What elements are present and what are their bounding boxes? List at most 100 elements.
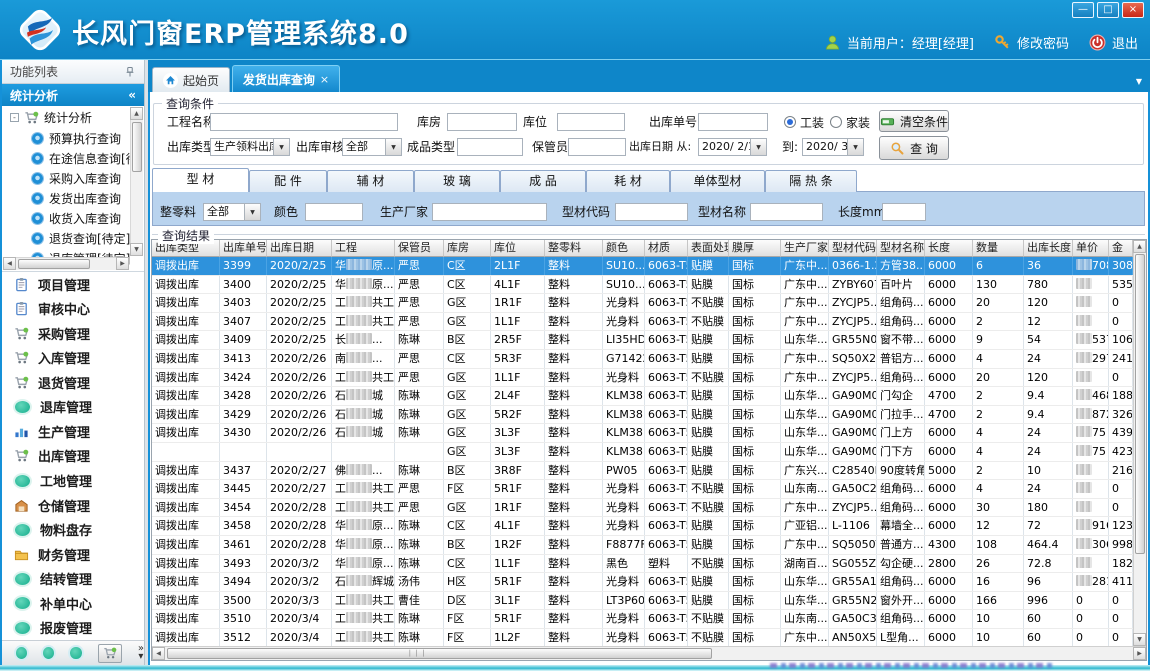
column-header[interactable]: 单价 xyxy=(1073,240,1109,257)
tree-item[interactable]: 在途信息查询[待 xyxy=(2,148,144,168)
sidebar-item[interactable]: 仓储管理 xyxy=(14,496,144,515)
material-tab[interactable]: 玻 璃 xyxy=(414,170,500,192)
material-tab[interactable]: 配 件 xyxy=(249,170,327,192)
dot-icon[interactable] xyxy=(70,647,81,659)
radio-jiazhuang[interactable]: 家装 xyxy=(830,113,870,131)
sidebar-item[interactable]: 入库管理 xyxy=(14,348,144,367)
tabstrip-dropdown-icon[interactable]: ▼ xyxy=(1136,77,1142,86)
sidebar-item[interactable]: 退库管理 xyxy=(14,397,144,416)
material-tab[interactable]: 辅 材 xyxy=(327,170,414,192)
column-header[interactable]: 型材代码 xyxy=(829,240,877,257)
sidebar-item[interactable]: 报废管理 xyxy=(14,618,144,637)
table-row[interactable]: 调拨出库34542020/2/28工共工程严思G区1R1F整料光身料6063-T… xyxy=(152,499,1133,518)
table-row[interactable]: 调拨出库34582020/2/28华原...陈琳C区4L1F整料光身料6063-… xyxy=(152,517,1133,536)
tab-home[interactable]: 起始页 xyxy=(152,67,230,92)
sidebar-item[interactable]: 项目管理 xyxy=(14,275,144,294)
column-header[interactable]: 库位 xyxy=(491,240,545,257)
sidebar-item[interactable]: 退货管理 xyxy=(14,373,144,392)
table-row[interactable]: 调拨出库34002020/2/25华原...严思C区4L1F整料SU10...6… xyxy=(152,276,1133,295)
column-header[interactable]: 工程 xyxy=(332,240,395,257)
search-button[interactable]: 查 询 xyxy=(879,136,949,160)
table-row[interactable]: 调拨出库35002020/3/3工共工程曹佳D区3L1F整料LT3P606063… xyxy=(152,592,1133,611)
tree-hscrollbar[interactable]: ◀ ▶ xyxy=(3,257,129,270)
collapse-icon[interactable]: « xyxy=(128,88,136,102)
project-name-input[interactable] xyxy=(210,113,398,131)
close-button[interactable]: × xyxy=(1122,2,1144,18)
expander-icon[interactable]: - xyxy=(10,113,19,122)
dot-icon[interactable] xyxy=(43,647,54,659)
table-row[interactable]: 调拨出库34612020/2/28华原...陈琳B区1R2F整料F8877FT6… xyxy=(152,536,1133,555)
sidebar-item[interactable]: 审核中心 xyxy=(14,299,144,318)
color-input[interactable] xyxy=(305,203,363,221)
product-type-input[interactable] xyxy=(457,138,523,156)
audit-select[interactable]: 全部 xyxy=(342,138,402,156)
clear-conditions-button[interactable]: 清空条件 xyxy=(879,110,949,132)
tree-item[interactable]: 收货入库查询 xyxy=(2,208,144,228)
maximize-button[interactable]: □ xyxy=(1097,2,1119,18)
tree-item[interactable]: 预算执行查询 xyxy=(2,128,144,148)
dot-icon[interactable] xyxy=(16,647,27,659)
table-row[interactable]: 调拨出库34242020/2/26工共工程严思G区1L1F整料光身料6063-T… xyxy=(152,369,1133,388)
column-header[interactable]: 出库长度 xyxy=(1024,240,1073,257)
change-password[interactable]: 修改密码 xyxy=(994,33,1069,52)
table-row[interactable]: 调拨出库34132020/2/26南...严思C区5R3F整料G71422606… xyxy=(152,350,1133,369)
sidebar-item[interactable]: 工地管理 xyxy=(14,471,144,490)
column-header[interactable]: 数量 xyxy=(973,240,1024,257)
maker-input[interactable] xyxy=(432,203,547,221)
sidebar-item[interactable]: 补单中心 xyxy=(14,594,144,613)
sidebar-item[interactable]: 生产管理 xyxy=(14,422,144,441)
whole-part-select[interactable]: 全部 xyxy=(203,203,261,221)
column-header[interactable]: 颜色 xyxy=(603,240,645,257)
table-row[interactable]: 调拨出库35102020/3/4工共工程陈琳F区5R1F整料光身料6063-T5… xyxy=(152,610,1133,629)
table-row[interactable]: 调拨出库34302020/2/26石城陈琳G区3L3F整料KLM38176063… xyxy=(152,424,1133,443)
order-no-input[interactable] xyxy=(698,113,768,131)
table-row[interactable]: 调拨出库34452020/2/27工共工程严思F区5R1F整料光身料6063-T… xyxy=(152,480,1133,499)
overflow-chevron[interactable]: »▾ xyxy=(138,645,144,661)
warehouse-input[interactable] xyxy=(447,113,517,131)
sidebar-item[interactable]: 物料盘存 xyxy=(14,520,144,539)
table-row[interactable]: 调拨出库34092020/2/25长...陈琳B区2R5F整料LI35HD606… xyxy=(152,331,1133,350)
pin-icon[interactable] xyxy=(124,66,136,78)
table-row[interactable]: G区3L3F整料KLM38176063-T5贴膜国标山东华...GA90M09.… xyxy=(152,443,1133,462)
table-vscrollbar[interactable]: ▲ ▼ xyxy=(1133,240,1146,646)
table-row[interactable]: 调拨出库34372020/2/27佛...陈琳B区3R8F整料PW056063-… xyxy=(152,462,1133,481)
table-row[interactable]: 调拨出库34282020/2/26石城陈琳G区2L4F整料KLM38176063… xyxy=(152,387,1133,406)
sidebar-item[interactable]: 结转管理 xyxy=(14,569,144,588)
date-from-picker[interactable]: 2020/ 2/16 xyxy=(698,138,767,156)
table-row[interactable]: 调拨出库34932020/3/2华原...陈琳C区1L1F整料黑色塑料不贴膜国标… xyxy=(152,555,1133,574)
date-to-picker[interactable]: 2020/ 3/16 xyxy=(802,138,864,156)
column-header[interactable]: 库房 xyxy=(444,240,491,257)
table-row[interactable]: 调拨出库34032020/2/25工共工程严思G区1R1F整料光身料6063-T… xyxy=(152,294,1133,313)
profile-code-input[interactable] xyxy=(615,203,688,221)
sidebar-item[interactable]: 财务管理 xyxy=(14,545,144,564)
column-header[interactable]: 生产厂家 xyxy=(781,240,829,257)
table-row[interactable]: 调拨出库34072020/2/25工共工程严思G区1L1F整料光身料6063-T… xyxy=(152,313,1133,332)
column-header[interactable]: 出库单号 xyxy=(220,240,267,257)
tree-root[interactable]: - 统计分析 xyxy=(2,106,144,128)
radio-gongzhuang[interactable]: 工装 xyxy=(784,113,824,131)
column-header[interactable]: 出库日期 xyxy=(267,240,332,257)
table-row[interactable]: 调拨出库34942020/3/2石辉城汤伟H区5R1F整料光身料6063-T5贴… xyxy=(152,573,1133,592)
material-tab[interactable]: 单体型材 xyxy=(670,170,765,192)
column-header[interactable]: 表面处理 xyxy=(688,240,729,257)
sidebar-item[interactable]: 出库管理 xyxy=(14,446,144,465)
column-header[interactable]: 材质 xyxy=(645,240,688,257)
column-header[interactable]: 整零料 xyxy=(545,240,603,257)
column-header[interactable]: 长度 xyxy=(925,240,973,257)
table-hscrollbar[interactable]: ◀ ❘❘❘ ▶ xyxy=(152,646,1146,660)
out-type-select[interactable]: 生产领料出库 xyxy=(210,138,290,156)
length-input[interactable] xyxy=(882,203,926,221)
tree-item[interactable]: 发货出库查询 xyxy=(2,188,144,208)
cart-toolbar-button[interactable] xyxy=(98,644,122,663)
table-row[interactable]: 调拨出库34292020/2/26石城陈琳G区5R2F整料KLM38176063… xyxy=(152,406,1133,425)
material-tab[interactable]: 成 品 xyxy=(500,170,586,192)
section-header[interactable]: 统计分析 « xyxy=(2,84,144,106)
keeper-input[interactable] xyxy=(568,138,626,156)
material-tab[interactable]: 耗 材 xyxy=(586,170,670,192)
tree-item[interactable]: 采购入库查询 xyxy=(2,168,144,188)
table-row[interactable]: 调拨出库33992020/2/25华原...严思C区2L1F整料SU10...6… xyxy=(152,257,1133,276)
column-header[interactable]: 金 xyxy=(1109,240,1133,257)
tree-vscrollbar[interactable]: ▲ ▼ xyxy=(130,107,143,256)
material-tab[interactable]: 型 材 xyxy=(152,168,249,192)
column-header[interactable]: 保管员 xyxy=(395,240,444,257)
